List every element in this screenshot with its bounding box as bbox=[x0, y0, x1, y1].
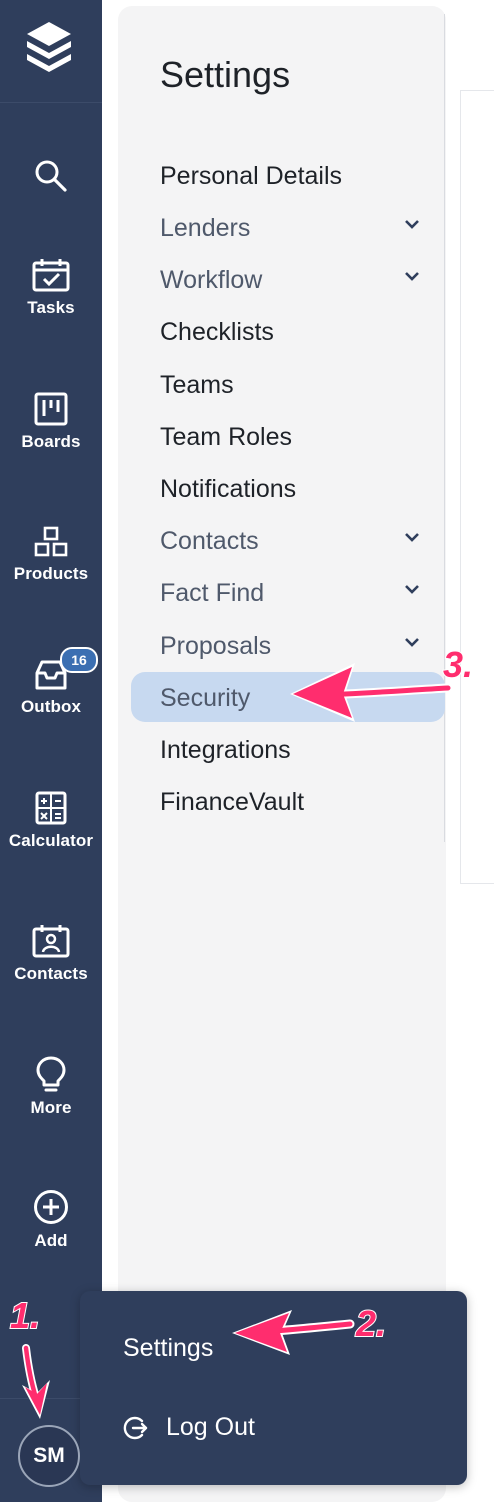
rail-outbox[interactable]: 16 Outbox bbox=[0, 647, 102, 717]
settings-item-integrations[interactable]: Integrations bbox=[131, 724, 445, 774]
rail-more-label: More bbox=[30, 1098, 72, 1117]
outbox-count-badge: 16 bbox=[60, 647, 98, 673]
rail-calculator-label: Calculator bbox=[8, 831, 94, 850]
settings-item-label: Integrations bbox=[160, 736, 291, 764]
rail-outbox-label: Outbox bbox=[20, 697, 82, 716]
stack-layers-icon bbox=[27, 22, 71, 72]
annotation-step-1: 1. bbox=[9, 1294, 41, 1337]
settings-item-label: Checklists bbox=[160, 318, 274, 346]
settings-item-notifications[interactable]: Notifications bbox=[131, 463, 445, 513]
settings-item-label: Fact Find bbox=[160, 579, 265, 607]
chevron-down-icon[interactable] bbox=[404, 532, 420, 542]
rail-products-label: Products bbox=[13, 564, 89, 583]
menu-logout-label: Log Out bbox=[166, 1413, 255, 1441]
settings-item-label: Teams bbox=[160, 371, 234, 399]
kanban-board-icon bbox=[34, 392, 68, 426]
settings-item-label: Contacts bbox=[160, 527, 259, 555]
settings-item-security[interactable]: Security bbox=[131, 672, 445, 722]
main-content-edge bbox=[460, 0, 494, 1502]
settings-item-contacts[interactable]: Contacts bbox=[131, 515, 445, 565]
left-rail: Tasks Boards Products 16 Outbox Calculat… bbox=[0, 0, 102, 1502]
plus-circle-icon bbox=[34, 1190, 68, 1224]
annotation-step-3: 3. bbox=[442, 643, 474, 686]
rail-contacts-label: Contacts bbox=[14, 964, 88, 983]
rail-boards[interactable]: Boards bbox=[0, 392, 102, 452]
settings-item-teams[interactable]: Teams bbox=[131, 359, 445, 409]
calculator-icon bbox=[35, 791, 67, 825]
rail-calculator[interactable]: Calculator bbox=[0, 791, 102, 851]
settings-item-label: Workflow bbox=[160, 266, 263, 294]
rail-search[interactable] bbox=[0, 158, 102, 194]
user-menu-popup: Settings Log Out bbox=[80, 1291, 467, 1485]
settings-item-label: Notifications bbox=[160, 475, 297, 503]
avatar[interactable]: SM bbox=[18, 1425, 80, 1487]
annotation-step-2: 2. bbox=[355, 1302, 387, 1345]
settings-item-personal-details[interactable]: Personal Details bbox=[131, 150, 445, 200]
settings-item-label: Proposals bbox=[160, 632, 272, 660]
chevron-down-icon[interactable] bbox=[404, 584, 420, 594]
settings-item-label: Security bbox=[160, 684, 251, 712]
settings-panel: Settings Personal Details Lenders Workfl… bbox=[118, 6, 446, 1502]
rail-tasks-label: Tasks bbox=[27, 298, 75, 317]
rail-contacts[interactable]: Contacts bbox=[0, 924, 102, 984]
settings-item-checklists[interactable]: Checklists bbox=[131, 306, 445, 356]
logout-icon bbox=[123, 1416, 148, 1440]
blocks-icon bbox=[34, 526, 68, 557]
chevron-down-icon[interactable] bbox=[404, 271, 420, 281]
settings-item-label: Lenders bbox=[160, 214, 251, 242]
menu-settings-button[interactable]: Settings bbox=[80, 1319, 467, 1379]
rail-more[interactable]: More bbox=[0, 1056, 102, 1118]
search-icon bbox=[35, 160, 67, 192]
chevron-down-icon[interactable] bbox=[404, 637, 420, 647]
lightbulb-icon bbox=[36, 1056, 66, 1092]
settings-item-team-roles[interactable]: Team Roles bbox=[131, 411, 445, 461]
menu-settings-label: Settings bbox=[123, 1334, 214, 1362]
rail-add-label: Add bbox=[34, 1231, 68, 1250]
calendar-check-icon bbox=[32, 259, 70, 292]
menu-logout-button[interactable]: Log Out bbox=[80, 1398, 467, 1458]
settings-item-proposals[interactable]: Proposals bbox=[131, 620, 445, 670]
content-card bbox=[460, 90, 494, 884]
rail-add[interactable]: Add bbox=[0, 1189, 102, 1251]
settings-item-workflow[interactable]: Workflow bbox=[131, 254, 445, 304]
settings-item-label: Personal Details bbox=[160, 162, 343, 190]
settings-item-financevault[interactable]: FinanceVault bbox=[131, 776, 445, 826]
contact-card-icon bbox=[32, 925, 70, 958]
settings-item-lenders[interactable]: Lenders bbox=[131, 202, 445, 252]
rail-products[interactable]: Products bbox=[0, 526, 102, 584]
page-title: Settings bbox=[160, 54, 291, 95]
settings-item-label: FinanceVault bbox=[160, 788, 305, 816]
app-logo[interactable] bbox=[0, 0, 102, 103]
rail-boards-label: Boards bbox=[21, 432, 81, 451]
settings-item-label: Team Roles bbox=[160, 423, 292, 451]
rail-tasks[interactable]: Tasks bbox=[0, 258, 102, 318]
chevron-down-icon[interactable] bbox=[404, 219, 420, 229]
settings-item-fact-find[interactable]: Fact Find bbox=[131, 567, 445, 617]
